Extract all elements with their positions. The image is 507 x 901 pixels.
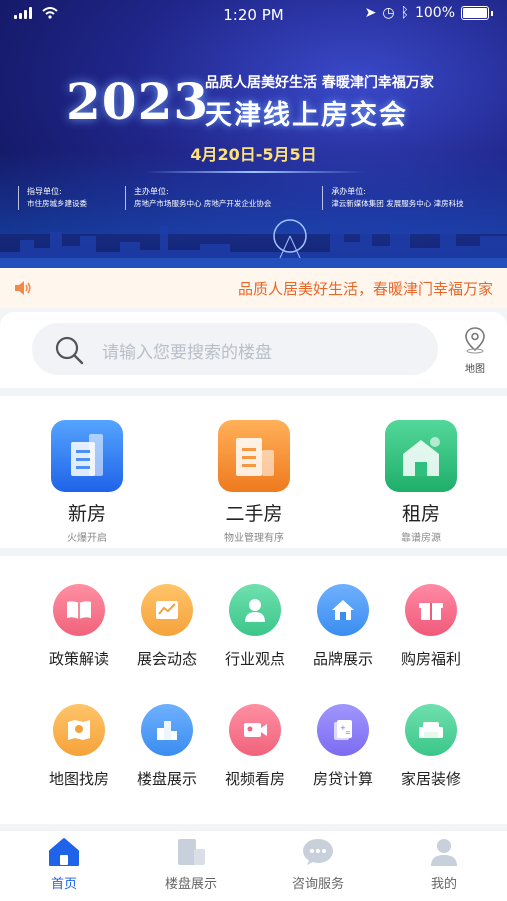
grid-item-brand[interactable]: 品牌展示	[299, 584, 387, 669]
banner-organizers: 指导单位: 市住房城乡建设委 主办单位: 房地产市场服务中心 房地产开发企业协会…	[18, 186, 498, 210]
location-icon: ➤	[364, 5, 377, 21]
banner-year: 2023	[66, 72, 210, 131]
user-icon	[431, 839, 457, 866]
status-bar: 1:20 PM ➤ ◷ ᛒ 100%	[0, 0, 507, 30]
bluetooth-icon: ᛒ	[400, 5, 409, 21]
category-sub: 靠谱房源	[401, 533, 441, 544]
grid-item-property-show[interactable]: 楼盘展示	[123, 704, 211, 789]
organizer-undertake: 承办单位: 津云新媒体集团 发展服务中心 津房科技	[322, 186, 498, 210]
category-sub: 物业管理有序	[224, 533, 284, 544]
gift-icon	[405, 584, 457, 636]
tab-home[interactable]: 首页	[14, 837, 114, 892]
home-icon	[49, 838, 79, 866]
calculator-icon: + =	[317, 704, 369, 756]
banner-title: 天津线上房交会	[205, 100, 408, 131]
map-label: 地图	[465, 364, 485, 375]
battery-icon	[461, 6, 489, 20]
svg-text:=: =	[345, 729, 351, 737]
buildings-icon	[141, 704, 193, 756]
tab-label: 楼盘展示	[164, 877, 217, 892]
category-name: 租房	[401, 503, 440, 525]
book-icon	[53, 584, 105, 636]
banner-dates: 4月20日-5月5日	[0, 141, 507, 173]
category-sub: 火爆开启	[67, 533, 107, 544]
grid-item-policy[interactable]: 政策解读	[35, 584, 123, 669]
organizer-host: 主办单位: 房地产市场服务中心 房地产开发企业协会	[125, 186, 322, 210]
city-skyline	[0, 219, 507, 268]
map-icon	[53, 704, 105, 756]
grid-item-expo-news[interactable]: 展会动态	[123, 584, 211, 669]
grid-item-map-search[interactable]: 地图找房	[35, 704, 123, 789]
person-icon	[229, 584, 281, 636]
grid-item-benefits[interactable]: 购房福利	[387, 584, 475, 669]
feature-grid: 政策解读 展会动态 行业观点 品牌展示 购房福利 地图找房 楼盘展示 视频看房 …	[0, 556, 507, 824]
tab-consult[interactable]: 咨询服务	[268, 837, 368, 892]
house-icon	[317, 584, 369, 636]
tab-label: 我的	[430, 877, 457, 892]
sofa-icon	[405, 704, 457, 756]
tab-label: 首页	[50, 877, 77, 892]
buildings-icon	[178, 839, 205, 865]
category-name: 二手房	[225, 503, 283, 525]
alarm-icon: ◷	[382, 5, 395, 21]
tab-properties[interactable]: 楼盘展示	[141, 837, 241, 892]
battery-percent: 100%	[414, 5, 455, 21]
announcement-bar[interactable]: 品质人居美好生活，春暖津门幸福万家	[0, 268, 507, 308]
grid-item-video-tour[interactable]: 视频看房	[211, 704, 299, 789]
chart-icon	[141, 584, 193, 636]
speaker-icon	[15, 281, 31, 295]
bottom-tab-bar: 首页 楼盘展示 咨询服务 我的	[0, 830, 507, 901]
main-categories: 新房 火爆开启 二手房 物业管理有序 租房 靠谱房源	[0, 396, 507, 548]
hero-banner[interactable]: 1:20 PM ➤ ◷ ᛒ 100% 2023 品质人居美好生活 春暖津门幸福万…	[0, 0, 507, 268]
grid-item-loan-calc[interactable]: + = 房贷计算	[299, 704, 387, 789]
new-house-icon	[51, 420, 123, 492]
category-new-house[interactable]: 新房 火爆开启	[27, 420, 147, 544]
organizer-guide: 指导单位: 市住房城乡建设委	[18, 186, 125, 210]
search-input[interactable]: 请输入您要搜索的楼盘	[32, 323, 438, 375]
tab-label: 咨询服务	[291, 877, 344, 892]
category-name: 新房	[67, 503, 106, 525]
category-rent[interactable]: 租房 靠谱房源	[361, 420, 481, 544]
grid-item-home-decor[interactable]: 家居装修	[387, 704, 475, 789]
category-second-hand[interactable]: 二手房 物业管理有序	[194, 420, 314, 544]
rent-icon	[385, 420, 457, 492]
grid-item-industry-view[interactable]: 行业观点	[211, 584, 299, 669]
map-button[interactable]: 地图	[455, 326, 495, 375]
announcement-text: 品质人居美好生活，春暖津门幸福万家	[237, 280, 493, 298]
search-icon	[55, 336, 84, 365]
banner-date-text: 4月20日-5月5日	[190, 145, 317, 164]
chat-icon	[303, 839, 333, 865]
second-hand-icon	[218, 420, 290, 492]
search-placeholder: 请输入您要搜索的楼盘	[102, 343, 272, 363]
banner-slogan: 品质人居美好生活 春暖津门幸福万家	[205, 75, 434, 91]
tab-mine[interactable]: 我的	[394, 837, 494, 892]
video-icon	[229, 704, 281, 756]
map-pin-icon	[465, 327, 485, 354]
search-section: 请输入您要搜索的楼盘 地图	[0, 312, 507, 388]
